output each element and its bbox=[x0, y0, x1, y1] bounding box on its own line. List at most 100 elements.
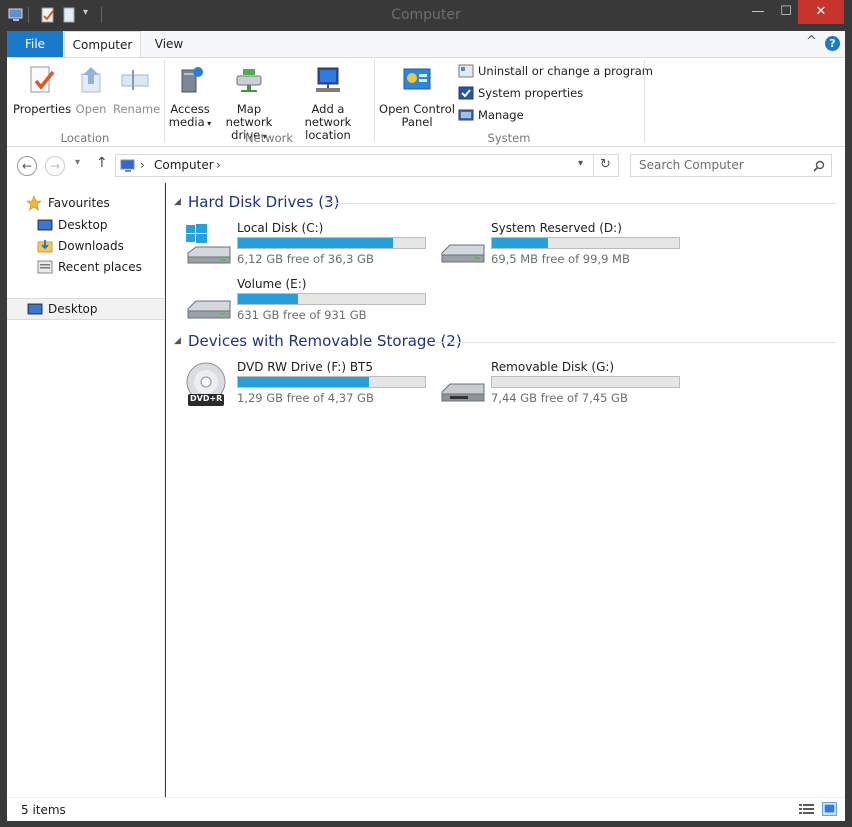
content-pane: ◢ Hard Disk Drives (3) Local Disk (C:) 6… bbox=[166, 183, 845, 797]
up-button[interactable]: ↑ bbox=[96, 155, 108, 171]
group-divider bbox=[436, 342, 836, 343]
sidebar-item-downloads[interactable]: Downloads bbox=[7, 236, 164, 256]
system-properties-button[interactable]: System properties bbox=[457, 84, 583, 102]
open-control-panel-button[interactable]: Open Control Panel bbox=[379, 64, 455, 129]
sidebar-item-desktop[interactable]: Desktop bbox=[7, 215, 164, 235]
breadcrumb-separator[interactable]: › bbox=[216, 158, 221, 172]
forward-button[interactable]: → bbox=[45, 156, 65, 176]
drive-usage-bar bbox=[491, 237, 680, 249]
tab-computer[interactable]: Computer bbox=[64, 31, 141, 58]
open-icon bbox=[81, 67, 101, 93]
help-icon[interactable]: ? bbox=[825, 36, 840, 51]
large-icons-view-icon[interactable] bbox=[822, 802, 837, 816]
rename-button[interactable]: Rename bbox=[113, 64, 161, 116]
access-media-label: Access media ▾ bbox=[168, 102, 212, 129]
drive-free-space: 7,44 GB free of 7,45 GB bbox=[491, 391, 628, 405]
network-drive-icon bbox=[236, 69, 262, 92]
window-title: Computer bbox=[391, 7, 461, 23]
star-icon bbox=[26, 195, 42, 211]
navigation-bar: ← → ▾ ↑ › Computer › ▾ ↻ Search Computer bbox=[7, 147, 845, 183]
drive-usage-bar bbox=[237, 293, 426, 305]
tab-file[interactable]: File bbox=[7, 31, 63, 57]
drive-usage-bar bbox=[237, 237, 426, 249]
manage-button[interactable]: Manage bbox=[457, 106, 524, 124]
drive-free-space: 631 GB free of 931 GB bbox=[237, 308, 367, 322]
drive-name: Local Disk (C:) bbox=[237, 221, 324, 235]
search-icon[interactable] bbox=[813, 160, 825, 172]
usage-fill bbox=[238, 377, 369, 387]
properties-icon bbox=[30, 66, 55, 93]
sidebar-item-favourites[interactable]: Favourites bbox=[7, 193, 164, 213]
group-divider bbox=[374, 60, 375, 142]
drive-tile-f[interactable]: DVD+R DVD RW Drive (F:) BT5 1,29 GB free… bbox=[184, 360, 434, 408]
drive-tile-c[interactable]: Local Disk (C:) 6,12 GB free of 36,3 GB bbox=[184, 221, 434, 269]
windows-disk-icon bbox=[186, 224, 231, 264]
open-control-panel-label: Open Control Panel bbox=[379, 102, 455, 129]
drive-free-space: 69,5 MB free of 99,9 MB bbox=[491, 252, 630, 266]
properties-label: Properties bbox=[13, 102, 72, 116]
collapse-group-icon[interactable]: ◢ bbox=[174, 197, 181, 207]
drive-usage-bar bbox=[237, 376, 426, 388]
open-label: Open bbox=[75, 102, 107, 116]
control-panel-icon bbox=[403, 68, 431, 90]
desktop-icon bbox=[27, 303, 43, 315]
recent-locations-icon[interactable]: ▾ bbox=[75, 157, 80, 168]
drive-name: DVD RW Drive (F:) BT5 bbox=[237, 360, 374, 374]
collapse-ribbon-icon[interactable]: ^ bbox=[806, 34, 817, 49]
drive-name: System Reserved (D:) bbox=[491, 221, 622, 235]
network-location-icon bbox=[316, 67, 340, 92]
title-bar: ▾ Computer — ☐ ✕ bbox=[0, 0, 852, 31]
drive-tile-e[interactable]: Volume (E:) 631 GB free of 931 GB bbox=[184, 277, 434, 325]
drive-name: Volume (E:) bbox=[237, 277, 307, 291]
search-input[interactable]: Search Computer bbox=[630, 154, 832, 177]
downloads-folder-icon bbox=[37, 240, 53, 253]
access-media-button[interactable]: Access media ▾ bbox=[167, 64, 213, 130]
drive-free-space: 1,29 GB free of 4,37 GB bbox=[237, 391, 374, 405]
close-button[interactable]: ✕ bbox=[798, 0, 844, 24]
address-bar[interactable]: › Computer › ▾ ↻ bbox=[115, 154, 619, 177]
group-label-location: Location bbox=[60, 131, 110, 145]
manage-icon bbox=[458, 109, 474, 121]
group-header-removable[interactable]: ◢ Devices with Removable Storage (2) bbox=[166, 332, 845, 352]
hard-disk-icon bbox=[187, 300, 231, 319]
address-divider bbox=[593, 155, 594, 176]
programs-icon bbox=[458, 64, 474, 78]
usage-fill bbox=[238, 294, 298, 304]
properties-button[interactable]: Properties bbox=[13, 64, 72, 116]
navigation-pane: Favourites Desktop Downloads Recent plac… bbox=[7, 183, 165, 797]
ribbon-tabs: File Computer View ^ ? bbox=[7, 31, 845, 58]
maximize-button[interactable]: ☐ bbox=[772, 0, 800, 24]
open-button[interactable]: Open bbox=[70, 64, 112, 116]
usage-fill bbox=[238, 238, 394, 248]
explorer-window: ▾ Computer — ☐ ✕ File Computer View ^ ? … bbox=[0, 0, 852, 827]
rename-label: Rename bbox=[113, 102, 161, 116]
breadcrumb-computer[interactable]: Computer bbox=[154, 158, 214, 172]
tab-view[interactable]: View bbox=[141, 31, 197, 57]
sidebar-item-desktop-root[interactable]: Desktop bbox=[7, 298, 164, 320]
drive-name: Removable Disk (G:) bbox=[491, 360, 615, 374]
address-dropdown-icon[interactable]: ▾ bbox=[578, 158, 583, 169]
breadcrumb-separator[interactable]: › bbox=[140, 158, 145, 172]
computer-icon bbox=[120, 159, 135, 172]
group-divider bbox=[644, 60, 645, 142]
group-divider bbox=[326, 203, 836, 204]
system-properties-icon bbox=[458, 86, 474, 100]
collapse-group-icon[interactable]: ◢ bbox=[174, 336, 181, 346]
minimize-button[interactable]: — bbox=[744, 0, 772, 24]
refresh-icon[interactable]: ↻ bbox=[600, 157, 611, 172]
uninstall-program-button[interactable]: Uninstall or change a program bbox=[457, 62, 653, 80]
desktop-icon bbox=[37, 219, 53, 231]
drive-tile-d[interactable]: System Reserved (D:) 69,5 MB free of 99,… bbox=[438, 221, 688, 269]
drive-free-space: 6,12 GB free of 36,3 GB bbox=[237, 252, 374, 266]
group-header-hard-disks[interactable]: ◢ Hard Disk Drives (3) bbox=[166, 193, 845, 213]
group-label-network: Network bbox=[244, 131, 294, 145]
back-button[interactable]: ← bbox=[17, 156, 37, 176]
drive-tile-g[interactable]: Removable Disk (G:) 7,44 GB free of 7,45… bbox=[438, 360, 688, 408]
media-server-icon bbox=[181, 67, 203, 93]
removable-disk-icon bbox=[441, 383, 485, 402]
group-label-system: System bbox=[487, 131, 531, 145]
details-view-icon[interactable] bbox=[799, 803, 814, 816]
ribbon: Properties Open Rename Location Access me… bbox=[7, 57, 845, 147]
sidebar-item-recent-places[interactable]: Recent places bbox=[7, 257, 164, 277]
usage-fill bbox=[492, 238, 549, 248]
